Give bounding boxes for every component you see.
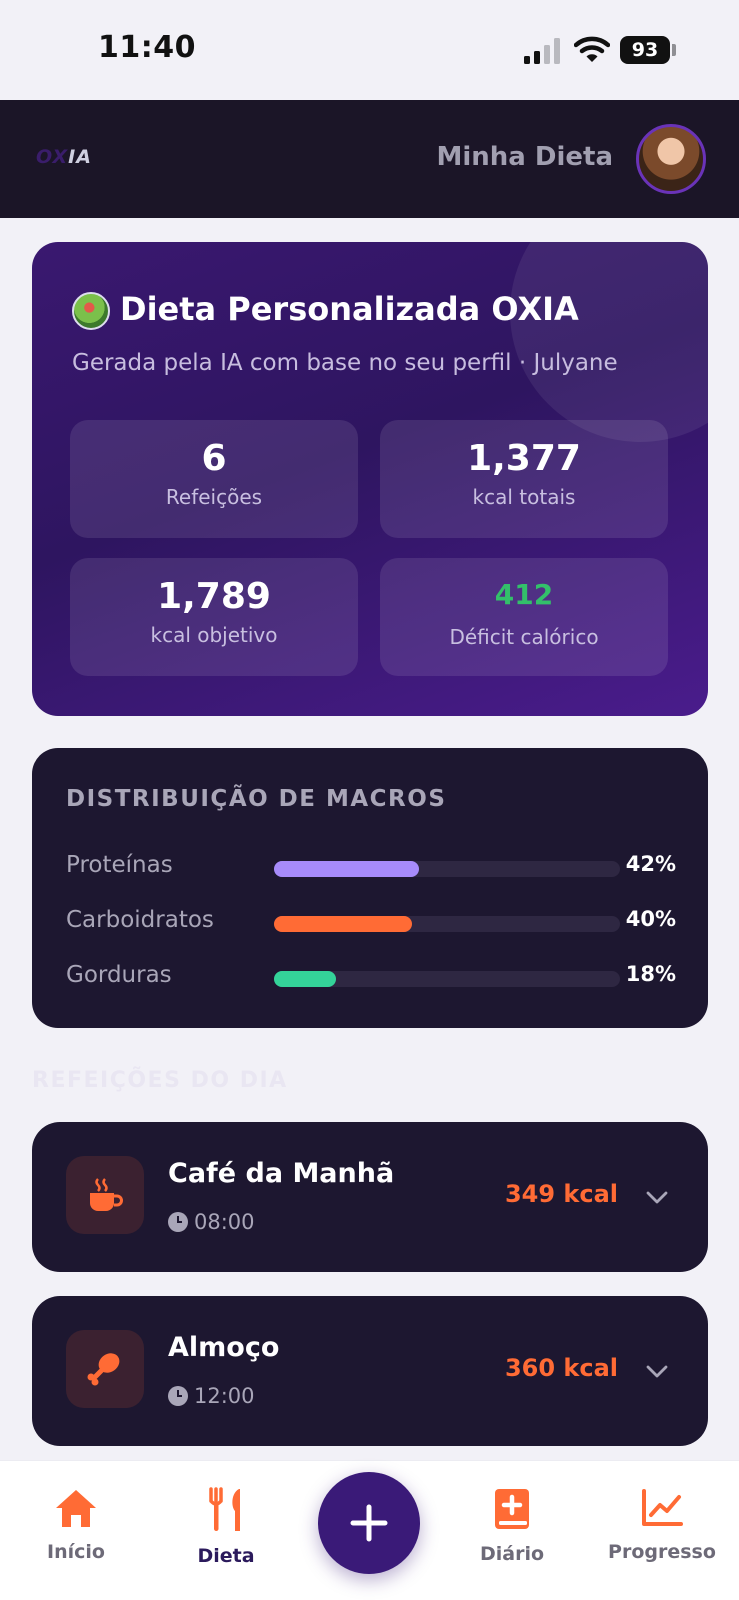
stat-value: 1,789 <box>157 576 271 617</box>
nav-label: Dieta <box>197 1545 255 1567</box>
stat-label: Déficit calórico <box>449 625 599 649</box>
stat-label: kcal totais <box>472 485 576 509</box>
diet-subtitle: Gerada pela IA com base no seu perfil · … <box>72 350 618 376</box>
battery-tip <box>672 44 676 56</box>
macro-row-fats: Gorduras 18% <box>66 962 676 992</box>
macro-bar-fill <box>274 971 337 987</box>
meal-time-value: 08:00 <box>194 1210 255 1234</box>
logo-part-dim: OX <box>36 146 69 168</box>
decorative-circle <box>510 242 708 442</box>
wifi-icon <box>574 36 610 62</box>
macros-title: DISTRIBUIÇÃO DE MACROS <box>66 786 447 812</box>
macro-bar-track <box>274 916 620 932</box>
macro-bar-track <box>274 971 620 987</box>
meal-kcal: 360 kcal <box>504 1354 618 1382</box>
stat-meals: 6 Refeições <box>70 420 358 538</box>
stat-label: Refeições <box>165 485 263 509</box>
meals-section-label: REFEIÇÕES DO DIA <box>32 1068 288 1093</box>
nav-label: Diário <box>479 1543 545 1565</box>
nav-item-inicio[interactable]: Início <box>16 1487 136 1563</box>
avatar[interactable] <box>636 124 706 194</box>
meal-time-value: 12:00 <box>194 1384 255 1408</box>
home-icon <box>56 1490 96 1527</box>
signal-icon <box>524 38 562 64</box>
stat-deficit: 412 Déficit calórico <box>380 558 668 676</box>
meal-time: 12:00 <box>168 1384 255 1408</box>
plus-icon <box>350 1504 388 1542</box>
stat-goal-kcal: 1,789 kcal objetivo <box>70 558 358 676</box>
meal-time: 08:00 <box>168 1210 255 1234</box>
meal-icon-container <box>66 1156 144 1234</box>
nav-item-diario[interactable]: Diário <box>452 1487 572 1565</box>
nav-label: Início <box>47 1541 105 1563</box>
status-time: 11:40 <box>98 30 196 65</box>
meal-card-lunch[interactable]: Almoço 12:00 360 kcal <box>32 1296 708 1446</box>
nav-item-dieta[interactable]: Dieta <box>166 1487 286 1567</box>
meal-name: Café da Manhã <box>168 1158 395 1189</box>
clock-icon <box>168 1212 188 1232</box>
clock-icon <box>168 1386 188 1406</box>
macro-name: Proteínas <box>66 852 173 878</box>
stat-total-kcal: 1,377 kcal totais <box>380 420 668 538</box>
macro-bar-fill <box>274 861 420 877</box>
coffee-icon <box>90 1178 123 1211</box>
stat-value: 1,377 <box>467 438 581 479</box>
salad-icon <box>72 292 110 330</box>
meal-name: Almoço <box>168 1332 280 1363</box>
macro-percent: 18% <box>625 962 676 986</box>
macro-row-proteins: Proteínas 42% <box>66 852 676 882</box>
macros-card: DISTRIBUIÇÃO DE MACROS Proteínas 42% Car… <box>32 748 708 1028</box>
stat-label: kcal objetivo <box>150 623 278 647</box>
macro-name: Gorduras <box>66 962 172 988</box>
diet-title: Dieta Personalizada OXIA <box>120 290 579 328</box>
nav-item-progresso[interactable]: Progresso <box>602 1487 722 1563</box>
stat-value: 412 <box>494 578 554 611</box>
add-button[interactable] <box>318 1472 420 1574</box>
macro-percent: 40% <box>625 907 676 931</box>
meal-icon-container <box>66 1330 144 1408</box>
meal-kcal: 349 kcal <box>504 1180 618 1208</box>
macro-name: Carboidratos <box>66 907 214 933</box>
stat-value: 6 <box>201 438 227 479</box>
diet-summary-card: Dieta Personalizada OXIA Gerada pela IA … <box>32 242 708 716</box>
app-logo[interactable]: OXIA <box>36 146 92 168</box>
utensils-icon <box>209 1487 240 1531</box>
meal-card-breakfast[interactable]: Café da Manhã 08:00 349 kcal <box>32 1122 708 1272</box>
status-bar: 11:40 93 <box>0 0 739 100</box>
chevron-down-icon[interactable] <box>644 1184 670 1210</box>
chart-line-icon <box>642 1489 683 1526</box>
nav-label: Progresso <box>608 1541 716 1563</box>
app-header: OXIA Minha Dieta <box>0 100 739 218</box>
macro-bar-fill <box>274 916 413 932</box>
chevron-down-icon[interactable] <box>644 1358 670 1384</box>
macro-row-carbs: Carboidratos 40% <box>66 907 676 937</box>
drumstick-icon <box>87 1353 120 1386</box>
header-title: Minha Dieta <box>436 142 613 172</box>
macro-percent: 42% <box>625 852 676 876</box>
logo-part-bright: IA <box>68 146 92 168</box>
macro-bar-track <box>274 861 620 877</box>
battery-indicator: 93 <box>620 36 670 64</box>
book-plus-icon <box>495 1489 529 1529</box>
